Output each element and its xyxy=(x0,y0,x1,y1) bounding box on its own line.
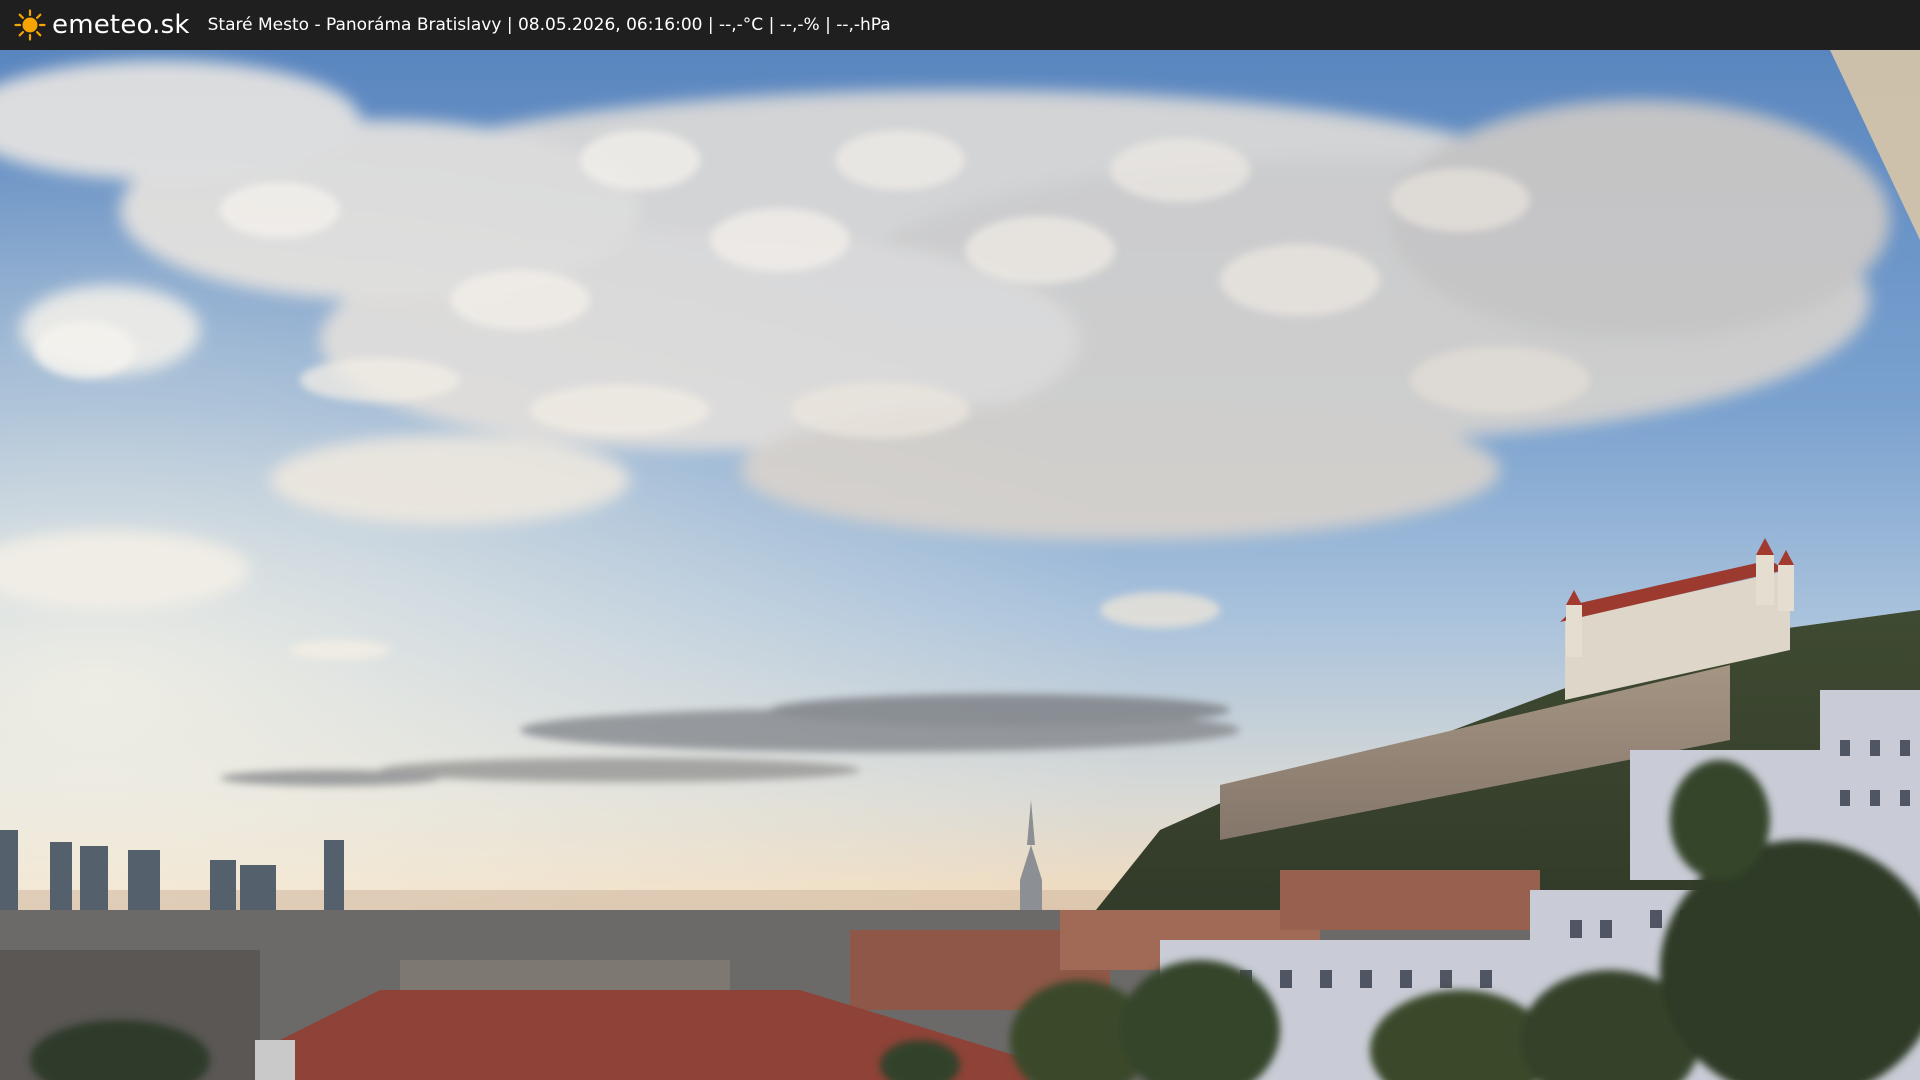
logo[interactable]: emeteo.sk xyxy=(14,0,190,50)
top-bar: emeteo.sk Staré Mesto - Panoráma Bratisl… xyxy=(0,0,1920,50)
sun-icon xyxy=(14,9,46,41)
webcam-image xyxy=(0,50,1920,1080)
brand-name[interactable]: emeteo.sk xyxy=(52,10,190,40)
webcam-caption: Staré Mesto - Panoráma Bratislavy | 08.0… xyxy=(207,15,891,35)
panorama-picture xyxy=(0,50,1920,1080)
